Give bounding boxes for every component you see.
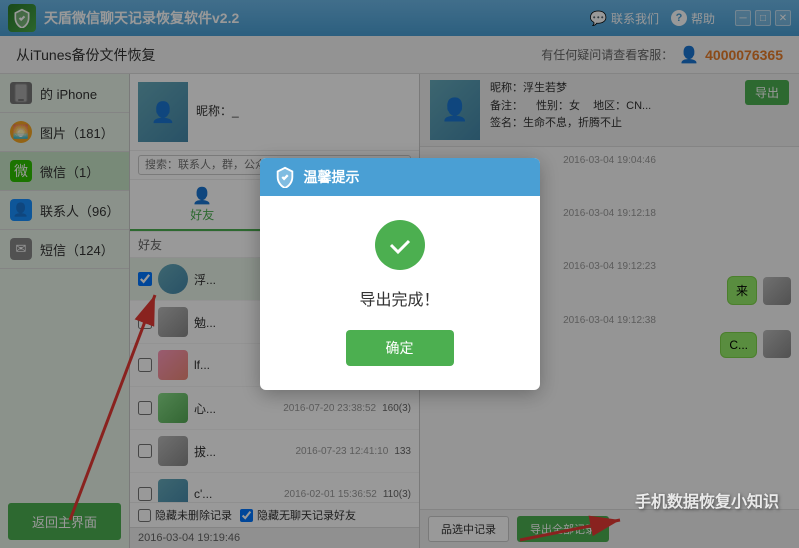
modal-check-icon bbox=[375, 220, 425, 270]
modal-title-bar: 温馨提示 bbox=[260, 158, 540, 196]
modal-body: 导出完成！ 确定 bbox=[260, 196, 540, 390]
modal-box: 温馨提示 导出完成！ 确定 bbox=[260, 158, 540, 390]
modal-ok-btn[interactable]: 确定 bbox=[346, 330, 454, 366]
modal-title: 温馨提示 bbox=[304, 167, 360, 187]
modal-overlay: 温馨提示 导出完成！ 确定 bbox=[0, 0, 799, 548]
modal-message: 导出完成！ bbox=[280, 286, 520, 310]
